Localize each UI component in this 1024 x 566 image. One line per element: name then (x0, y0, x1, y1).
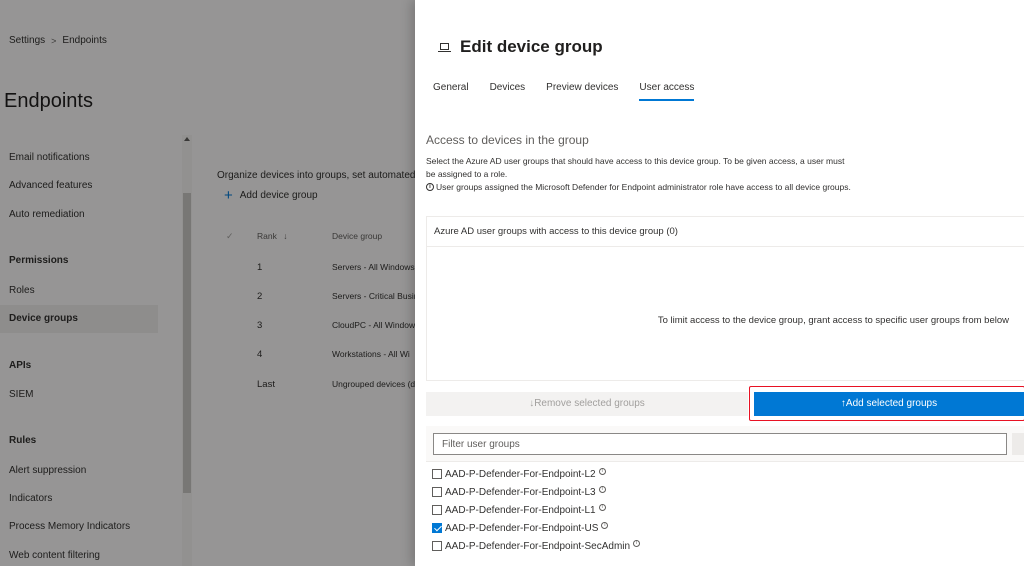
user-group-checkbox[interactable] (432, 541, 442, 551)
list-item[interactable]: AAD-P-Defender-For-Endpoint-L3 i (432, 483, 640, 501)
edit-device-group-panel: Edit device group General Devices Previe… (415, 0, 1024, 566)
panel-title-text: Edit device group (460, 37, 603, 56)
list-item[interactable]: AAD-P-Defender-For-Endpoint-L1 i (432, 501, 640, 519)
user-group-label: AAD-P-Defender-For-Endpoint-US (445, 522, 599, 534)
access-description-text: Select the Azure AD user groups that sho… (426, 156, 845, 179)
filter-row (426, 426, 1024, 462)
section-title: Access to devices in the group (426, 133, 589, 147)
user-group-list: AAD-P-Defender-For-Endpoint-L2 i AAD-P-D… (432, 465, 641, 555)
assigned-groups-header: Azure AD user groups with access to this… (427, 217, 1024, 247)
assigned-groups-box: Azure AD user groups with access to this… (426, 216, 1024, 381)
info-icon: i (426, 183, 434, 191)
tab-general[interactable]: General (433, 82, 469, 101)
assigned-groups-empty-message: To limit access to the device group, gra… (657, 315, 1009, 326)
add-button-highlight: ↑Add selected groups (749, 386, 1024, 421)
panel-tabs: General Devices Preview devices User acc… (433, 82, 715, 101)
list-item[interactable]: AAD-P-Defender-For-Endpoint-L2 i (432, 465, 640, 483)
user-group-label: AAD-P-Defender-For-Endpoint-SecAdmin (445, 540, 631, 552)
filter-side-button[interactable] (1012, 433, 1024, 455)
info-icon[interactable]: i (598, 467, 606, 475)
laptop-icon (438, 42, 451, 53)
filter-user-groups-input[interactable] (433, 433, 1007, 455)
tab-user-access[interactable]: User access (639, 82, 695, 101)
list-item[interactable]: AAD-P-Defender-For-Endpoint-SecAdmin i (432, 537, 641, 555)
modal-overlay[interactable] (0, 0, 415, 566)
info-icon[interactable]: i (601, 521, 609, 529)
info-icon[interactable]: i (598, 485, 606, 493)
info-icon[interactable]: i (633, 539, 641, 547)
info-icon[interactable]: i (598, 503, 606, 511)
admin-role-note: User groups assigned the Microsoft Defen… (436, 182, 851, 192)
user-group-label: AAD-P-Defender-For-Endpoint-L3 (445, 486, 596, 498)
user-group-checkbox[interactable] (432, 469, 442, 479)
user-group-checkbox[interactable] (432, 523, 442, 533)
user-group-label: AAD-P-Defender-For-Endpoint-L2 (445, 468, 596, 480)
tab-preview-devices[interactable]: Preview devices (546, 82, 618, 101)
remove-selected-groups-button[interactable]: ↓Remove selected groups (426, 392, 748, 416)
panel-title: Edit device group (438, 37, 603, 57)
user-group-checkbox[interactable] (432, 505, 442, 515)
user-group-checkbox[interactable] (432, 487, 442, 497)
access-description: Select the Azure AD user groups that sho… (426, 155, 856, 194)
list-item[interactable]: AAD-P-Defender-For-Endpoint-US i (432, 519, 640, 537)
tab-devices[interactable]: Devices (490, 82, 526, 101)
user-group-label: AAD-P-Defender-For-Endpoint-L1 (445, 504, 596, 516)
add-selected-groups-button[interactable]: ↑Add selected groups (754, 392, 1024, 416)
